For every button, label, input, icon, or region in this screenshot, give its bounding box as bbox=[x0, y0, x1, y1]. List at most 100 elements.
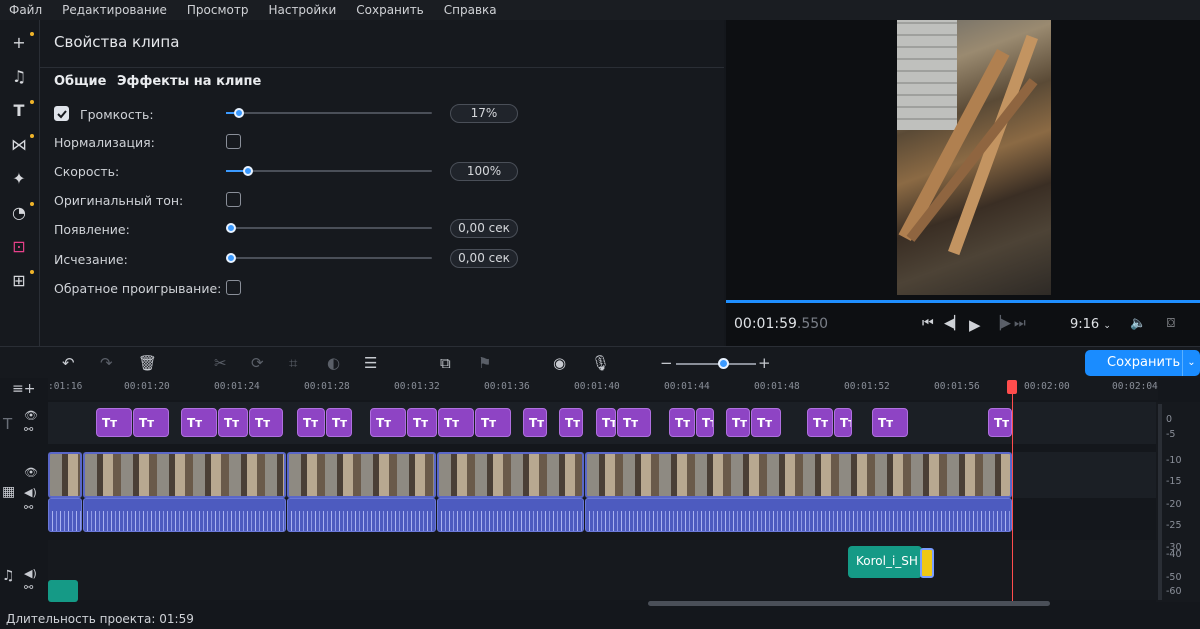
go-to-end-icon[interactable]: ⏭ bbox=[1014, 316, 1026, 331]
title-clip[interactable]: Tт bbox=[297, 408, 325, 437]
menu-save[interactable]: Сохранить bbox=[356, 3, 424, 17]
title-clip[interactable]: Tт bbox=[181, 408, 217, 437]
redo-icon[interactable]: ↷ bbox=[100, 354, 113, 372]
music-clip[interactable]: Korol_i_SH bbox=[848, 546, 922, 578]
video-clip[interactable] bbox=[437, 452, 584, 498]
link-icon[interactable]: ⚯ bbox=[24, 581, 33, 594]
add-icon[interactable]: + bbox=[8, 31, 34, 53]
slider-handle[interactable] bbox=[226, 253, 236, 263]
title-clip[interactable]: Tт bbox=[523, 408, 547, 437]
playhead-handle[interactable] bbox=[1007, 380, 1017, 394]
chevron-down-icon[interactable]: ⌄ bbox=[1182, 350, 1200, 376]
more-tools-icon[interactable]: ⊞ bbox=[8, 269, 34, 291]
sticker-icon[interactable]: ◔ bbox=[8, 201, 34, 223]
title-clip[interactable]: Tт bbox=[872, 408, 908, 437]
normalize-checkbox[interactable] bbox=[226, 134, 241, 149]
video-clip[interactable] bbox=[83, 452, 286, 498]
audio-clip[interactable] bbox=[437, 498, 584, 532]
title-clip[interactable]: Tт bbox=[326, 408, 352, 437]
fade-out-value[interactable]: 0,00 сек bbox=[450, 249, 518, 268]
aspect-ratio-select[interactable]: 9:16 ⌄ bbox=[1070, 317, 1111, 332]
title-clip[interactable]: Tт bbox=[438, 408, 474, 437]
audio-clip[interactable] bbox=[287, 498, 436, 532]
timeline-ruler[interactable]: :01:16 00:01:20 00:01:24 00:01:28 00:01:… bbox=[48, 378, 1158, 400]
pip-icon[interactable]: ⧉ bbox=[440, 354, 451, 372]
text-icon[interactable]: T bbox=[8, 99, 34, 121]
volume-slider[interactable] bbox=[226, 108, 432, 118]
next-frame-icon[interactable]: ▕▶ bbox=[991, 316, 1011, 331]
zoom-in-icon[interactable]: + bbox=[758, 354, 771, 372]
rotate-icon[interactable]: ⟳ bbox=[251, 354, 264, 372]
crop-icon[interactable]: ⌗ bbox=[289, 354, 297, 372]
microphone-icon[interactable]: 🎙 bbox=[591, 354, 610, 372]
video-clip[interactable] bbox=[48, 452, 82, 498]
save-button[interactable]: Сохранить ⌄ bbox=[1085, 350, 1200, 376]
marker-icon[interactable]: ⚑ bbox=[478, 354, 491, 372]
transitions-icon[interactable]: ⋈ bbox=[8, 133, 34, 155]
title-clip[interactable]: Tт bbox=[988, 408, 1012, 437]
volume-checkbox[interactable] bbox=[54, 106, 69, 121]
magic-wand-icon[interactable]: ✦ bbox=[8, 167, 30, 189]
volume-icon[interactable]: 🔈 bbox=[1130, 316, 1146, 331]
volume-value[interactable]: 17% bbox=[450, 104, 518, 123]
timeline-scrollbar[interactable] bbox=[648, 601, 1050, 606]
snapshot-icon[interactable]: ⌼ bbox=[1167, 316, 1175, 331]
link-icon[interactable]: ⚯ bbox=[24, 501, 33, 514]
webcam-icon[interactable]: ◉ bbox=[553, 354, 566, 372]
title-clip[interactable]: Tт bbox=[617, 408, 651, 437]
title-clip[interactable]: Tт bbox=[96, 408, 132, 437]
playback-progress-bar[interactable] bbox=[726, 300, 1200, 303]
fade-out-slider[interactable] bbox=[226, 253, 432, 263]
clip-settings-icon[interactable]: ☰ bbox=[364, 354, 377, 372]
menu-edit[interactable]: Редактирование bbox=[62, 3, 167, 17]
visibility-icon[interactable]: 👁 bbox=[24, 466, 38, 479]
reverse-checkbox[interactable] bbox=[226, 280, 241, 295]
video-frame[interactable] bbox=[897, 20, 1051, 295]
original-tone-checkbox[interactable] bbox=[226, 192, 241, 207]
slider-handle[interactable] bbox=[234, 108, 244, 118]
video-clip[interactable] bbox=[287, 452, 436, 498]
title-clip[interactable]: Tт bbox=[559, 408, 583, 437]
title-clip[interactable]: Tт bbox=[218, 408, 248, 437]
title-clip[interactable]: Tт bbox=[834, 408, 852, 437]
menu-view[interactable]: Просмотр bbox=[187, 3, 249, 17]
tab-general[interactable]: Общие bbox=[54, 74, 106, 89]
go-to-start-icon[interactable]: ⏮ bbox=[922, 316, 934, 331]
volume-icon[interactable]: ◀) bbox=[24, 486, 37, 499]
audio-clip[interactable] bbox=[585, 498, 1012, 532]
link-icon[interactable]: ⚯ bbox=[24, 423, 33, 436]
previous-frame-icon[interactable]: ◀▏ bbox=[944, 316, 964, 331]
zoom-slider[interactable] bbox=[676, 363, 756, 365]
undo-icon[interactable]: ↶ bbox=[62, 354, 75, 372]
visibility-icon[interactable]: 👁 bbox=[24, 409, 38, 422]
music-clip-stub[interactable] bbox=[48, 580, 78, 602]
video-clip[interactable] bbox=[585, 452, 1012, 498]
volume-icon[interactable]: ◀) bbox=[24, 567, 37, 580]
color-adjust-icon[interactable]: ◐ bbox=[327, 354, 340, 372]
title-clip[interactable]: Tт bbox=[407, 408, 437, 437]
audio-clip[interactable] bbox=[83, 498, 286, 532]
slider-handle[interactable] bbox=[243, 166, 253, 176]
add-track-icon[interactable]: ≡+ bbox=[12, 381, 35, 397]
tab-clip-effects[interactable]: Эффекты на клипе bbox=[117, 74, 261, 89]
zoom-handle[interactable] bbox=[718, 358, 729, 369]
music-note-icon[interactable]: ♫ bbox=[8, 65, 30, 87]
menu-settings[interactable]: Настройки bbox=[268, 3, 336, 17]
title-clip[interactable]: Tт bbox=[669, 408, 695, 437]
play-icon[interactable]: ▶ bbox=[969, 316, 981, 334]
fade-in-value[interactable]: 0,00 сек bbox=[450, 219, 518, 238]
audio-clip[interactable] bbox=[48, 498, 82, 532]
title-clip[interactable]: Tт bbox=[249, 408, 283, 437]
menu-help[interactable]: Справка bbox=[444, 3, 497, 17]
title-clip[interactable]: Tт bbox=[696, 408, 714, 437]
title-clip[interactable]: Tт bbox=[596, 408, 616, 437]
playhead-line[interactable] bbox=[1012, 380, 1013, 602]
fade-in-slider[interactable] bbox=[226, 223, 432, 233]
title-clip[interactable]: Tт bbox=[751, 408, 781, 437]
speed-slider[interactable] bbox=[226, 166, 432, 176]
cut-icon[interactable]: ✂ bbox=[214, 354, 227, 372]
zoom-out-icon[interactable]: − bbox=[660, 354, 673, 372]
title-clip[interactable]: Tт bbox=[726, 408, 750, 437]
menu-file[interactable]: Файл bbox=[9, 3, 42, 17]
speed-value[interactable]: 100% bbox=[450, 162, 518, 181]
